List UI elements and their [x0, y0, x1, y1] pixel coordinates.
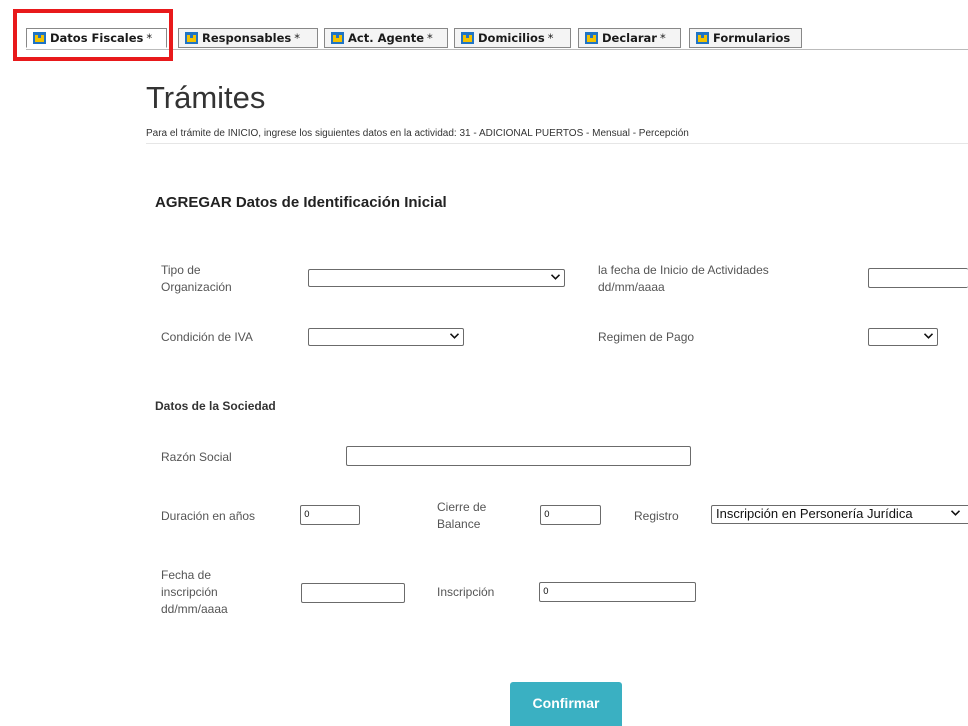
label-line: Organización [161, 280, 232, 294]
tab-bar-divider [26, 49, 968, 50]
label-line: inscripción [161, 585, 218, 599]
razon-social-input[interactable] [346, 446, 691, 466]
page-title: Trámites [146, 80, 266, 115]
tab-formularios[interactable]: Formularios [689, 28, 802, 48]
form-download-icon [331, 32, 344, 44]
label-line: Fecha de [161, 568, 212, 582]
regimen-pago-label: Regimen de Pago [598, 330, 695, 344]
tab-label: Act. Agente [348, 31, 425, 45]
tab-label: Domicilios [478, 31, 545, 45]
registro-select[interactable]: Inscripción en Personería Jurídica [711, 505, 968, 524]
form-download-icon [585, 32, 598, 44]
select-value: Inscripción en Personería Jurídica [716, 506, 913, 521]
inscripcion-input[interactable]: 0 [539, 582, 696, 602]
tab-declarar[interactable]: Declarar * [578, 28, 681, 48]
label-line: dd/mm/aaaa [598, 280, 665, 294]
fecha-inicio-label: la fecha de Inicio de Actividades dd/mm/… [598, 262, 769, 296]
duracion-input[interactable]: 0 [300, 505, 360, 525]
tab-required-marker: * [146, 31, 153, 45]
regimen-pago-select[interactable] [868, 328, 938, 346]
tipo-organizacion-select[interactable] [308, 269, 565, 287]
chevron-down-icon [551, 274, 560, 280]
form-download-icon [185, 32, 198, 44]
form-download-icon [696, 32, 709, 44]
form-download-icon [33, 32, 46, 44]
confirm-button[interactable]: Confirmar [510, 682, 622, 726]
tab-datos-fiscales[interactable]: Datos Fiscales * [26, 28, 167, 48]
tipo-organizacion-label: Tipo de Organización [161, 262, 232, 296]
tab-act-agente[interactable]: Act. Agente * [324, 28, 448, 48]
tab-responsables[interactable]: Responsables * [178, 28, 318, 48]
tab-label: Responsables [202, 31, 292, 45]
duracion-label: Duración en años [161, 509, 256, 523]
cierre-balance-input[interactable]: 0 [540, 505, 601, 525]
tab-label: Datos Fiscales [50, 31, 144, 45]
label-line: Tipo de [161, 263, 201, 277]
condicion-iva-select[interactable] [308, 328, 464, 346]
tab-required-marker: * [294, 31, 300, 45]
condicion-iva-label: Condición de IVA [161, 330, 253, 344]
label-line: la fecha de Inicio de Actividades [598, 263, 769, 277]
form-download-icon [461, 32, 474, 44]
tab-required-marker: * [547, 31, 554, 45]
label-line: Cierre de [437, 500, 487, 514]
chevron-down-icon [450, 333, 459, 339]
label-line: dd/mm/aaaa [161, 602, 228, 616]
fecha-inscripcion-input[interactable] [301, 583, 405, 603]
razon-social-label: Razón Social [161, 450, 232, 464]
section-title: AGREGAR Datos de Identificación Inicial [155, 194, 447, 211]
tab-required-marker: * [427, 31, 433, 45]
registro-label: Registro [634, 509, 679, 523]
cierre-balance-label: Cierre de Balance [437, 499, 486, 533]
divider [146, 143, 968, 144]
tab-required-marker: * [659, 31, 666, 45]
fecha-inscripcion-label: Fecha de inscripción dd/mm/aaaa [161, 567, 228, 618]
tab-domicilios[interactable]: Domicilios * [454, 28, 571, 48]
chevron-down-icon [951, 510, 960, 516]
sociedad-section-title: Datos de la Sociedad [155, 399, 276, 413]
tab-label: Formularios [713, 31, 791, 45]
chevron-down-icon [924, 333, 933, 339]
tab-label: Declarar [602, 31, 657, 45]
fecha-inicio-input[interactable] [868, 268, 968, 288]
inscripcion-label: Inscripción [437, 585, 495, 599]
label-line: Balance [437, 517, 481, 531]
page-instructions: Para el trámite de INICIO, ingrese los s… [146, 128, 689, 139]
